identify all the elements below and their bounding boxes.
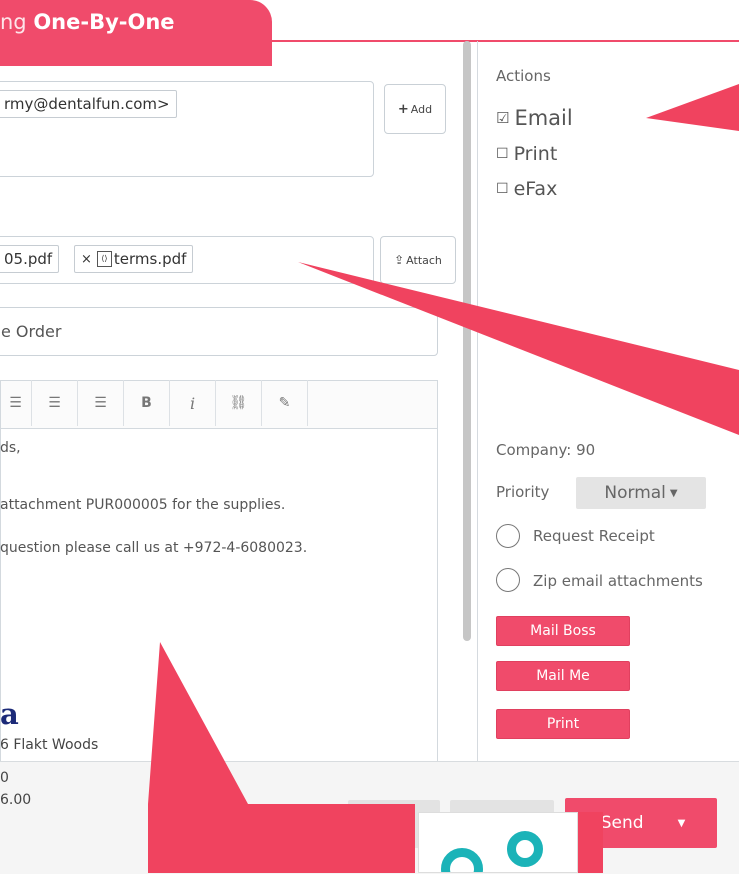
recipient-chip[interactable]: rmy@dentalfun.com>	[0, 90, 177, 118]
bulleted-list-button[interactable]: ☰	[0, 380, 32, 426]
pencil-button[interactable]: ✎	[262, 380, 308, 426]
panel-divider	[477, 41, 478, 761]
bold-icon: B	[141, 395, 152, 411]
pdf-file-icon: ⟨⟩	[96, 251, 112, 267]
action-print[interactable]: ☐ Print	[496, 143, 557, 165]
mail-me-label: Mail Me	[536, 668, 590, 684]
checkbox-empty-icon: ☐	[496, 146, 509, 162]
checkbox-checked-icon: ☑	[496, 109, 510, 127]
recipients-field[interactable]: rmy@dentalfun.com>	[0, 81, 374, 177]
remove-attachment-icon[interactable]: ×	[81, 252, 92, 267]
request-receipt-radio[interactable]	[496, 524, 520, 548]
action-efax[interactable]: ☐ eFax	[496, 178, 557, 200]
action-print-label: Print	[513, 143, 558, 165]
attachment-chip-1-label: 05.pdf	[4, 250, 53, 268]
checkbox-empty-icon: ☐	[496, 181, 509, 197]
priority-value: Normal	[604, 483, 666, 503]
numbered-list-icon: ☰	[94, 395, 107, 411]
editor-line-3: question please call us at +972-4-608002…	[0, 540, 308, 556]
send-label: Send	[600, 813, 644, 833]
footer-line-2: 0	[0, 770, 9, 786]
callout-arrow-actions	[646, 84, 739, 131]
page-title: ng One-By-One	[0, 10, 175, 34]
subject-value: e Order	[1, 322, 62, 341]
mail-boss-button[interactable]: Mail Boss	[496, 616, 630, 646]
print-label: Print	[546, 716, 580, 732]
editor-line-1: ds,	[0, 440, 21, 456]
attach-label: Attach	[406, 253, 442, 267]
print-button[interactable]: Print	[496, 709, 630, 739]
bulleted-list-icon: ☰	[9, 395, 22, 411]
logo-ring-icon-2	[507, 831, 543, 867]
attachment-chip-1[interactable]: 05.pdf	[0, 245, 60, 273]
logo-ring-icon	[441, 848, 483, 872]
action-email-label: Email	[514, 106, 573, 130]
zip-attachments-radio[interactable]	[496, 568, 520, 592]
header-underline	[0, 40, 739, 42]
pencil-icon: ✎	[278, 395, 291, 411]
link-button[interactable]: ⛓	[216, 380, 262, 426]
message-editor[interactable]	[0, 428, 438, 764]
attach-button[interactable]: ⇪ Attach	[380, 236, 456, 284]
recipient-chip-label: rmy@dentalfun.com>	[4, 95, 170, 113]
italic-button[interactable]: i	[170, 380, 216, 426]
footer-line-3: 6.00	[0, 792, 32, 808]
add-label: Add	[410, 102, 433, 116]
preview-box	[418, 812, 578, 873]
add-recipient-button[interactable]: + Add	[384, 84, 446, 134]
attachment-chip-2-label: terms.pdf	[113, 250, 187, 268]
signature-logo: a	[0, 697, 19, 731]
editor-line-2: attachment PUR000005 for the supplies.	[0, 497, 286, 513]
send-options-caret-icon[interactable]: ▼	[678, 818, 686, 829]
priority-label: Priority	[496, 483, 550, 501]
attachments-field[interactable]: 05.pdf × ⟨⟩ terms.pdf	[0, 236, 374, 284]
action-efax-label: eFax	[513, 178, 558, 200]
request-receipt-label: Request Receipt	[533, 527, 655, 545]
link-icon: ⛓	[229, 395, 248, 411]
company-label: Company: 90	[496, 441, 596, 459]
send-icon: /	[591, 813, 597, 833]
mail-me-button[interactable]: Mail Me	[496, 661, 630, 691]
bulleted-list-2-button[interactable]: ☰	[32, 380, 78, 426]
subject-input[interactable]: e Order	[0, 307, 438, 356]
numbered-list-button[interactable]: ☰	[78, 380, 124, 426]
footer-line-1: 6 Flakt Woods	[0, 737, 99, 753]
send-button[interactable]: / Send ▼	[565, 798, 717, 848]
priority-select[interactable]: Normal ▼	[576, 477, 706, 509]
upload-icon: ⇪	[394, 253, 405, 267]
mail-boss-label: Mail Boss	[530, 623, 596, 639]
scrollbar[interactable]	[463, 41, 471, 641]
bold-button[interactable]: B	[124, 380, 170, 426]
actions-heading: Actions	[496, 67, 551, 85]
action-email[interactable]: ☑ Email	[496, 106, 573, 130]
list-icon: ☰	[48, 395, 61, 411]
italic-icon: i	[189, 393, 196, 413]
caret-down-icon: ▼	[669, 487, 678, 499]
plus-icon: +	[397, 101, 409, 117]
zip-attachments-label: Zip email attachments	[533, 572, 703, 590]
attachment-chip-2[interactable]: × ⟨⟩ terms.pdf	[74, 245, 194, 273]
